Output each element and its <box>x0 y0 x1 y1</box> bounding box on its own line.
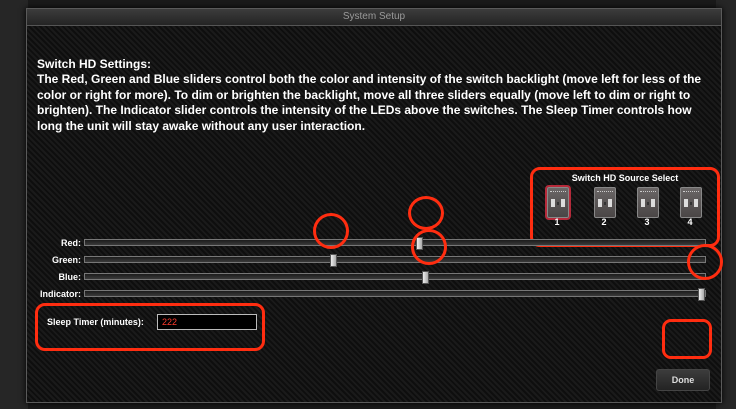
dip-switch-icon <box>547 187 569 218</box>
source-switch-number: 1 <box>554 217 560 227</box>
source-switch-number: 3 <box>644 217 650 227</box>
source-switch-number: 2 <box>601 217 607 227</box>
annotation-circle <box>408 196 444 230</box>
done-button[interactable]: Done <box>656 369 710 391</box>
system-setup-dialog: System Setup Switch HD Settings: The Red… <box>26 8 723 403</box>
source-switch-4[interactable]: 4 <box>677 187 703 227</box>
source-switch-3[interactable]: 3 <box>634 187 660 227</box>
source-select-group: Switch HD Source Select 1 2 3 4 <box>530 167 720 247</box>
app-background: System Setup Switch HD Settings: The Red… <box>0 0 736 409</box>
indicator-slider-thumb[interactable] <box>698 288 705 301</box>
blue-slider[interactable] <box>84 271 706 284</box>
red-slider[interactable] <box>84 237 706 250</box>
title-bar: System Setup <box>27 9 721 26</box>
source-switch-2[interactable]: 2 <box>591 187 617 227</box>
red-slider-label: Red: <box>61 238 81 248</box>
source-select-title: Switch HD Source Select <box>571 173 679 183</box>
annotation-circle <box>411 229 447 265</box>
blue-slider-thumb[interactable] <box>422 271 429 284</box>
green-slider-thumb[interactable] <box>330 254 337 267</box>
annotation-box <box>662 319 712 359</box>
blue-slider-label: Blue: <box>58 272 82 282</box>
sleep-timer-group: Sleep Timer (minutes): 222 <box>35 303 265 351</box>
dip-switch-icon <box>594 187 616 218</box>
annotation-circle <box>313 213 349 249</box>
sleep-timer-input[interactable]: 222 <box>157 314 257 330</box>
settings-heading: Switch HD Settings: <box>37 57 152 71</box>
source-switch-number: 4 <box>687 217 693 227</box>
window-title: System Setup <box>342 11 406 22</box>
annotation-circle <box>687 244 723 280</box>
green-slider[interactable] <box>84 254 706 267</box>
indicator-slider[interactable] <box>84 288 706 301</box>
background-panel-left <box>0 0 28 409</box>
settings-description: The Red, Green and Blue sliders control … <box>37 72 702 133</box>
green-slider-label: Green: <box>51 255 81 265</box>
sleep-timer-label: Sleep Timer (minutes): <box>47 317 144 327</box>
indicator-slider-label: Indicator: <box>39 289 81 299</box>
dip-switch-icon <box>680 187 702 218</box>
source-switch-1[interactable]: 1 <box>544 187 570 227</box>
dip-switch-icon <box>637 187 659 218</box>
